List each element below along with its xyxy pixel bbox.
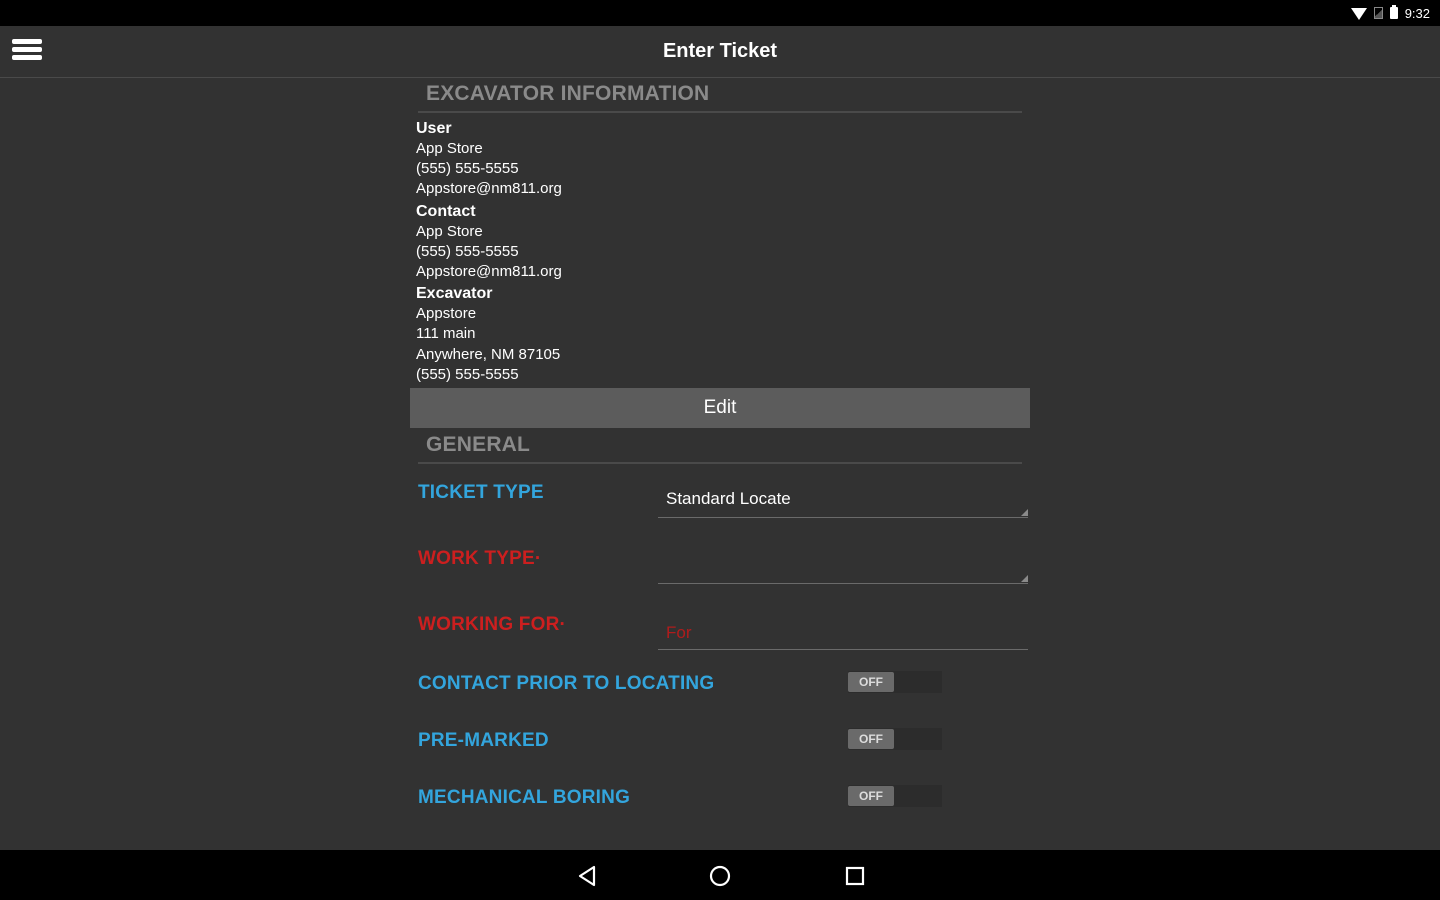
working-for-row: WORKING FOR· For <box>410 596 1030 662</box>
excavator-section-header: EXCAVATOR INFORMATION <box>418 79 1022 113</box>
page-title: Enter Ticket <box>662 40 778 62</box>
contact-prior-row: CONTACT PRIOR TO LOCATING OFF <box>410 665 1030 722</box>
spinner-corner-icon <box>1021 509 1028 517</box>
user-heading: User <box>416 120 452 137</box>
excavator-city: Anywhere, NM 87105 <box>416 345 561 363</box>
mechanical-boring-label: MECHANICAL BORING <box>418 787 631 809</box>
work-type-spinner[interactable] <box>658 542 1028 585</box>
edit-button[interactable]: Edit <box>410 388 1030 429</box>
status-bar: 9:32 <box>0 0 1440 26</box>
toggle-thumb: OFF <box>848 729 894 750</box>
contact-prior-label: CONTACT PRIOR TO LOCATING <box>418 673 715 695</box>
user-email: Appstore@nm811.org <box>416 180 562 198</box>
back-icon[interactable] <box>574 863 600 889</box>
battery-icon <box>1389 5 1398 19</box>
main-content: EXCAVATOR INFORMATION User App Store (55… <box>410 79 1030 836</box>
excavator-info-block: User App Store (555) 555-5555 Appstore@n… <box>410 118 1030 385</box>
toggle-thumb: OFF <box>848 672 894 693</box>
excavator-info-group: Excavator Appstore 111 main Anywhere, NM… <box>416 283 1030 385</box>
ticket-type-label: TICKET TYPE <box>418 482 544 504</box>
working-for-input[interactable]: For <box>658 608 1028 651</box>
mechanical-boring-row: MECHANICAL BORING OFF <box>410 779 1030 836</box>
work-type-label: WORK TYPE· <box>418 548 542 570</box>
excavator-company: Appstore <box>416 305 477 323</box>
signal-icon <box>1373 7 1383 19</box>
excavator-street: 111 main <box>416 325 476 343</box>
navigation-bar <box>0 850 1440 900</box>
pre-marked-toggle[interactable]: OFF <box>848 728 942 751</box>
ticket-type-row: TICKET TYPE Standard Locate <box>410 464 1030 530</box>
contact-name: App Store <box>416 222 483 240</box>
contact-email: Appstore@nm811.org <box>416 263 562 281</box>
work-type-row: WORK TYPE· <box>410 530 1030 596</box>
app-bar: Enter Ticket <box>0 26 1440 78</box>
recent-apps-icon[interactable] <box>842 863 868 889</box>
status-time: 9:32 <box>1404 5 1430 21</box>
contact-prior-toggle[interactable]: OFF <box>848 671 942 694</box>
working-for-placeholder: For <box>666 623 692 643</box>
user-name: App Store <box>416 140 483 157</box>
home-icon[interactable] <box>707 863 733 889</box>
user-info-group: User App Store (555) 555-5555 Appstore@n… <box>416 118 1030 200</box>
ticket-type-value: Standard Locate <box>666 489 791 509</box>
excavator-heading: Excavator <box>416 285 493 303</box>
mechanical-boring-toggle[interactable]: OFF <box>848 785 942 808</box>
contact-phone: (555) 555-5555 <box>416 242 519 260</box>
general-section-header: GENERAL <box>418 430 1022 465</box>
pre-marked-label: PRE-MARKED <box>418 730 549 752</box>
spinner-corner-icon <box>1021 575 1028 583</box>
toggle-thumb: OFF <box>848 786 894 807</box>
excavator-phone: (555) 555-5555 <box>416 365 519 383</box>
user-phone: (555) 555-5555 <box>416 160 519 178</box>
contact-info-group: Contact App Store (555) 555-5555 Appstor… <box>416 201 1030 283</box>
working-for-label: WORKING FOR· <box>418 614 567 636</box>
ticket-type-spinner[interactable]: Standard Locate <box>658 476 1028 519</box>
pre-marked-row: PRE-MARKED OFF <box>410 722 1030 779</box>
contact-heading: Contact <box>416 202 476 220</box>
wifi-icon <box>1350 8 1367 20</box>
